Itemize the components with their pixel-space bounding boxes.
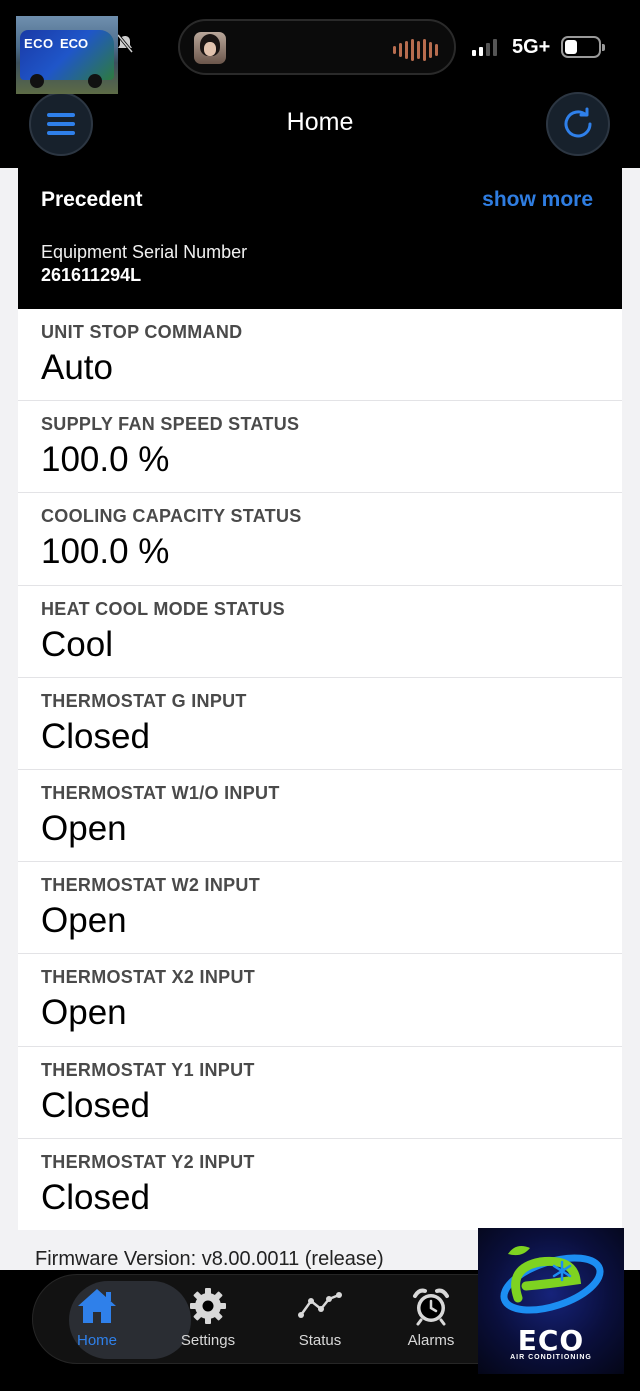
point-label: THERMOSTAT X2 INPUT — [41, 967, 256, 988]
point-value: Open — [41, 901, 127, 941]
logo-word: ECO — [517, 1324, 585, 1357]
tab-alarms[interactable]: Alarms — [376, 1286, 486, 1349]
wallpaper-van-image: ECO ECO — [16, 16, 118, 94]
point-row-thermostat-g[interactable]: THERMOSTAT G INPUT Closed — [18, 678, 622, 770]
point-label: THERMOSTAT G INPUT — [41, 690, 247, 711]
device-name: Precedent — [41, 188, 143, 211]
battery-icon — [561, 36, 605, 58]
eco-logo: ECO AIR CONDITIONING — [478, 1228, 624, 1374]
now-playing-avatar — [194, 32, 226, 64]
point-row-cooling-capacity[interactable]: COOLING CAPACITY STATUS 100.0 % — [18, 493, 622, 586]
page-title: Home — [286, 108, 354, 136]
refresh-icon — [564, 107, 592, 138]
point-label: THERMOSTAT Y1 INPUT — [41, 1059, 255, 1080]
point-label: THERMOSTAT Y2 INPUT — [41, 1151, 255, 1172]
silent-bell-icon — [116, 34, 134, 60]
point-value: Closed — [41, 1085, 150, 1125]
point-value: Cool — [41, 624, 113, 664]
point-row-supply-fan-speed[interactable]: SUPPLY FAN SPEED STATUS 100.0 % — [18, 401, 622, 494]
point-row-unit-stop-command[interactable]: UNIT STOP COMMAND Auto — [18, 309, 622, 402]
point-label: THERMOSTAT W1/O INPUT — [41, 782, 280, 803]
point-row-thermostat-y1[interactable]: THERMOSTAT Y1 INPUT Closed — [18, 1047, 622, 1139]
tab-home[interactable]: Home — [42, 1286, 152, 1349]
tab-settings[interactable]: Settings — [153, 1286, 263, 1349]
network-type: 5G+ — [512, 36, 551, 58]
device-header: Precedent show more Equipment Serial Num… — [18, 168, 622, 309]
refresh-button[interactable] — [546, 92, 610, 156]
tab-label: Status — [298, 1332, 342, 1349]
van-logo-text: ECO — [24, 36, 54, 51]
nav-header: Home — [0, 92, 640, 168]
point-label: COOLING CAPACITY STATUS — [41, 506, 302, 527]
point-value: Closed — [41, 716, 150, 756]
show-more-link[interactable]: show more — [482, 188, 593, 212]
audio-waveform-icon — [393, 39, 438, 61]
point-row-heat-cool-mode[interactable]: HEAT COOL MODE STATUS Cool — [18, 586, 622, 678]
point-value: 100.0 % — [41, 440, 170, 480]
point-row-thermostat-w2[interactable]: THERMOSTAT W2 INPUT Open — [18, 862, 622, 955]
trend-icon — [298, 1292, 342, 1318]
van-logo-text-2: ECO — [60, 36, 89, 51]
dynamic-island[interactable] — [178, 19, 456, 75]
point-value: Open — [41, 808, 127, 848]
device-card: Precedent show more Equipment Serial Num… — [18, 168, 622, 1230]
point-row-thermostat-x2[interactable]: THERMOSTAT X2 INPUT Open — [18, 954, 622, 1047]
point-label: UNIT STOP COMMAND — [41, 322, 243, 342]
tab-label: Settings — [180, 1332, 236, 1349]
point-label: SUPPLY FAN SPEED STATUS — [41, 414, 300, 435]
gear-icon — [190, 1288, 226, 1324]
status-bar: ECO ECO 5G+ — [0, 0, 640, 94]
point-value: 100.0 % — [41, 532, 170, 572]
serial-number-label: Equipment Serial Number — [41, 242, 248, 262]
firmware-version: Firmware Version: v8.00.0011 (release) — [35, 1248, 384, 1270]
alarm-clock-icon — [413, 1288, 449, 1326]
point-value: Open — [41, 993, 127, 1033]
cellular-signal-icon — [472, 38, 497, 56]
tab-label: Alarms — [407, 1332, 455, 1349]
point-value: Auto — [41, 348, 113, 387]
point-row-thermostat-y2[interactable]: THERMOSTAT Y2 INPUT Closed — [18, 1139, 622, 1231]
tab-status[interactable]: Status — [265, 1286, 375, 1349]
serial-number-value: 261611294L — [41, 265, 142, 285]
point-value: Closed — [41, 1177, 150, 1217]
point-label: HEAT COOL MODE STATUS — [41, 598, 285, 619]
home-icon — [78, 1289, 116, 1323]
tab-label: Home — [76, 1332, 117, 1349]
point-label: THERMOSTAT W2 INPUT — [41, 875, 261, 896]
point-row-thermostat-w1o[interactable]: THERMOSTAT W1/O INPUT Open — [18, 770, 622, 863]
logo-subtitle: AIR CONDITIONING — [510, 1354, 592, 1361]
